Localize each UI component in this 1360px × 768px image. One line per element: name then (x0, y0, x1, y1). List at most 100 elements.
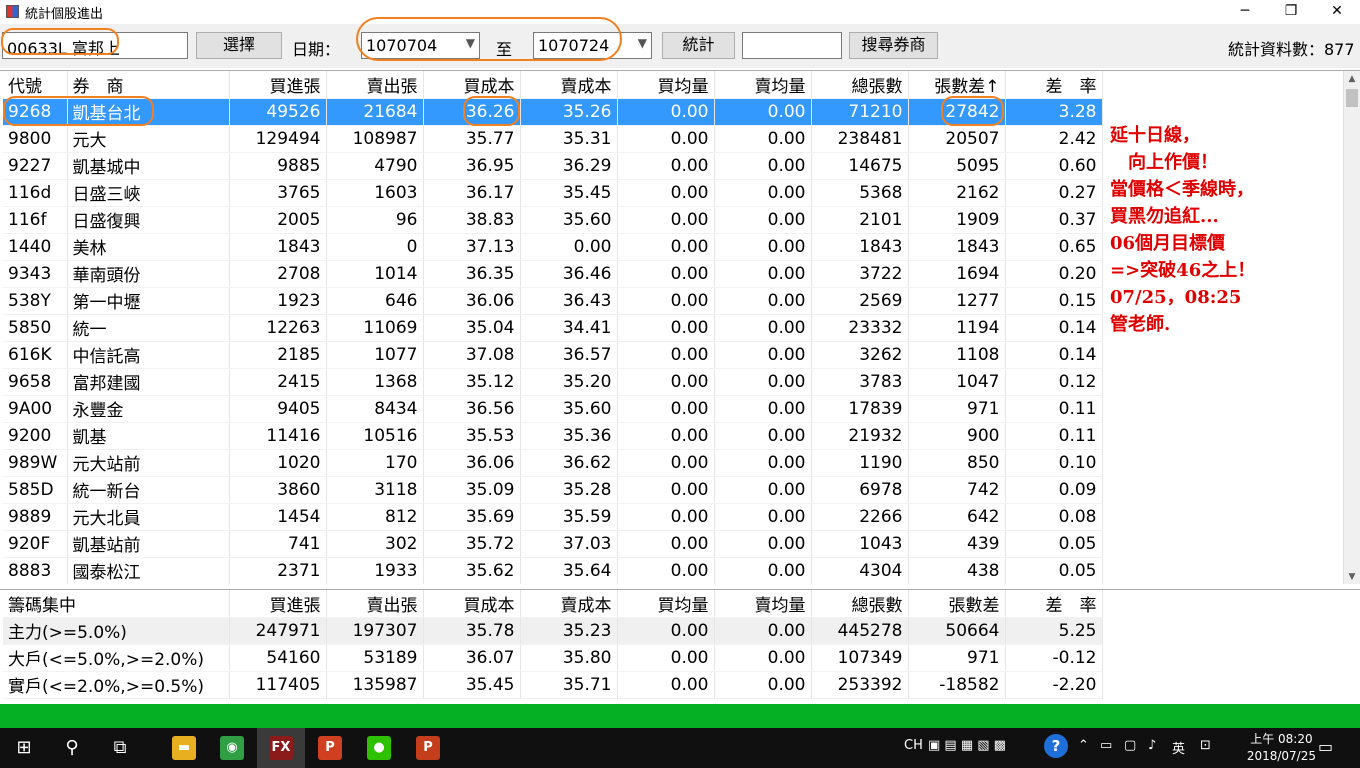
table-row[interactable]: 920F 凱基站前 741 302 35.72 37.03 0.00 0.00 1043 439 0… (3, 530, 1103, 558)
summary-row[interactable]: 主力(>=5.0%) 247971 197307 35.78 35.23 0.00 0.00… (3, 617, 1103, 645)
table-cell: 17839 (811, 395, 909, 423)
volume-icon[interactable]: ♪ (1148, 738, 1156, 753)
column-header[interactable]: 賣均量 (714, 71, 812, 99)
table-cell: 1933 (326, 557, 424, 584)
table-cell: 0.09 (1005, 476, 1103, 504)
table-cell: 0.00 (714, 449, 812, 477)
table-cell: 美林 (67, 233, 230, 261)
summary-cell: 5.25 (1005, 617, 1103, 645)
battery-icon[interactable]: ▭ (1100, 738, 1112, 753)
column-header[interactable]: 總張數 (811, 71, 909, 99)
table-row[interactable]: 989W 元大站前 1020 170 36.06 36.62 0.00 0.00 1190 850… (3, 449, 1103, 477)
table-row[interactable]: 9A00 永豐金 9405 8434 36.56 35.60 0.00 0.00 17839 97… (3, 395, 1103, 423)
scroll-up-icon[interactable]: ▲ (1344, 71, 1360, 87)
scroll-thumb[interactable] (1346, 89, 1358, 107)
file-explorer-icon: ▬ (172, 736, 196, 760)
notification-icon[interactable]: ▭ (1318, 737, 1333, 756)
clock[interactable]: 上午 08:20 2018/07/25 (1247, 731, 1316, 765)
vertical-scrollbar[interactable]: ▲ ▼ (1343, 71, 1360, 584)
taskbar-app-button[interactable]: ▬ (160, 728, 208, 768)
clock-date: 2018/07/25 (1246, 749, 1316, 763)
ime-mode-icon[interactable]: ⊡ (1200, 738, 1211, 753)
network-icon[interactable]: ▢ (1124, 738, 1136, 753)
date-from-select[interactable]: 1070704 ▼ (361, 32, 480, 59)
taskbar-app-button[interactable]: FX (257, 728, 305, 768)
summary-cell: 445278 (811, 617, 909, 645)
ime-language[interactable]: 英 (1172, 738, 1185, 757)
column-header[interactable]: 券 商 (67, 71, 230, 99)
table-row[interactable]: 9268 凱基台北 49526 21684 36.26 35.26 0.00 0.00 7121… (3, 98, 1103, 126)
summary-cell: 107349 (811, 644, 909, 672)
note-line: 延十日線， (1110, 125, 1200, 146)
table-cell: 0.00 (714, 530, 812, 558)
tray-icons[interactable]: ▣ ▤ ▦ ▧ ▩ (928, 738, 1006, 753)
stock-input[interactable]: 00633L 富邦上 (2, 32, 188, 59)
table-row[interactable]: 8883 國泰松江 2371 1933 35.62 35.64 0.00 0.00 4304 43… (3, 557, 1103, 584)
minimize-button[interactable]: ─ (1222, 0, 1268, 24)
date-to-select[interactable]: 1070724 ▼ (533, 32, 652, 59)
table-cell: 1603 (326, 179, 424, 207)
table-cell: 812 (326, 503, 424, 531)
wechat-icon: ● (367, 736, 391, 760)
summary-row[interactable]: 大戶(<=5.0%,>=2.0%) 54160 53189 36.07 35.80 0.0… (3, 644, 1103, 672)
maximize-button[interactable]: ❐ (1268, 0, 1314, 24)
help-icon[interactable]: ? (1044, 734, 1068, 758)
search-broker-button[interactable]: 搜尋券商 (849, 32, 938, 59)
table-cell: 0.37 (1005, 206, 1103, 234)
task-view-icon[interactable]: ⧉ (96, 728, 144, 768)
column-header[interactable]: 代號 (3, 71, 68, 99)
table-cell: 741 (229, 530, 327, 558)
powerpoint-icon: P (416, 736, 440, 760)
broker-search-input[interactable] (742, 32, 842, 59)
taskbar-app-button[interactable]: ◉ (208, 728, 256, 768)
table-cell: 36.26 (423, 98, 521, 126)
table-row[interactable]: 616K 中信託高 2185 1077 37.08 36.57 0.00 0.00 3262 11… (3, 341, 1103, 369)
table-row[interactable]: 9227 凱基城中 9885 4790 36.95 36.29 0.00 0.00 14675 5… (3, 152, 1103, 180)
table-row[interactable]: 5850 統一 12263 11069 35.04 34.41 0.00 0.00 23332 1… (3, 314, 1103, 342)
summary-column-header: 賣成本 (520, 590, 618, 618)
table-row[interactable]: 116f 日盛復興 2005 96 38.83 35.60 0.00 0.00 2101 1909… (3, 206, 1103, 234)
table-cell: 日盛三峽 (67, 179, 230, 207)
scroll-down-icon[interactable]: ▼ (1344, 569, 1360, 584)
table-cell: 9405 (229, 395, 327, 423)
search-icon[interactable]: ⚲ (48, 728, 96, 768)
column-header[interactable]: 賣出張 (326, 71, 424, 99)
table-row[interactable]: 585D 統一新台 3860 3118 35.09 35.28 0.00 0.00 6978 74… (3, 476, 1103, 504)
stat-button[interactable]: 統計 (662, 32, 735, 59)
table-cell: 9227 (3, 152, 68, 180)
summary-cell: 117405 (229, 671, 327, 699)
table-row[interactable]: 9343 華南頭份 2708 1014 36.35 36.46 0.00 0.00 3722 16… (3, 260, 1103, 288)
taskbar-app-button[interactable]: ● (355, 728, 403, 768)
start-icon[interactable]: ⊞ (0, 728, 48, 768)
table-row[interactable]: 9200 凱基 11416 10516 35.53 35.36 0.00 0.00 21932 9… (3, 422, 1103, 450)
table-row[interactable]: 9889 元大北員 1454 812 35.69 35.59 0.00 0.00 2266 642… (3, 503, 1103, 531)
column-header[interactable]: 張數差↑ (908, 71, 1006, 99)
table-cell: 3783 (811, 368, 909, 396)
table-cell: 9889 (3, 503, 68, 531)
table-cell: 36.46 (520, 260, 618, 288)
table-row[interactable]: 1440 美林 1843 0 37.13 0.00 0.00 0.00 1843 1843 0.65 (3, 233, 1103, 261)
select-button[interactable]: 選擇 (196, 32, 282, 59)
table-cell: 1077 (326, 341, 424, 369)
table-row[interactable]: 9800 元大 129494 108987 35.77 35.31 0.00 0.00 2384… (3, 125, 1103, 153)
table-cell: 元大站前 (67, 449, 230, 477)
table-cell: 108987 (326, 125, 424, 153)
table-cell: 14675 (811, 152, 909, 180)
table-row[interactable]: 538Y 第一中壢 1923 646 36.06 36.43 0.00 0.00 2569 127… (3, 287, 1103, 315)
chevron-up-icon[interactable]: ⌃ (1078, 738, 1089, 753)
table-row[interactable]: 9658 富邦建國 2415 1368 35.12 35.20 0.00 0.00 3783 10… (3, 368, 1103, 396)
ime-ch-indicator[interactable]: CH (904, 738, 923, 753)
close-button[interactable]: ✕ (1314, 0, 1360, 24)
summary-row[interactable]: 實戶(<=2.0%,>=0.5%) 117405 135987 35.45 35.71 0… (3, 671, 1103, 699)
table-cell: 36.62 (520, 449, 618, 477)
table-cell: 20507 (908, 125, 1006, 153)
column-header[interactable]: 買成本 (423, 71, 521, 99)
column-header[interactable]: 買均量 (617, 71, 715, 99)
taskbar-app-button[interactable]: P (404, 728, 452, 768)
taskbar-app-button[interactable]: P (306, 728, 354, 768)
table-row[interactable]: 116d 日盛三峽 3765 1603 36.17 35.45 0.00 0.00 5368 21… (3, 179, 1103, 207)
column-header[interactable]: 賣成本 (520, 71, 618, 99)
column-header[interactable]: 買進張 (229, 71, 327, 99)
column-header[interactable]: 差 率 (1005, 71, 1103, 99)
table-cell: 1108 (908, 341, 1006, 369)
